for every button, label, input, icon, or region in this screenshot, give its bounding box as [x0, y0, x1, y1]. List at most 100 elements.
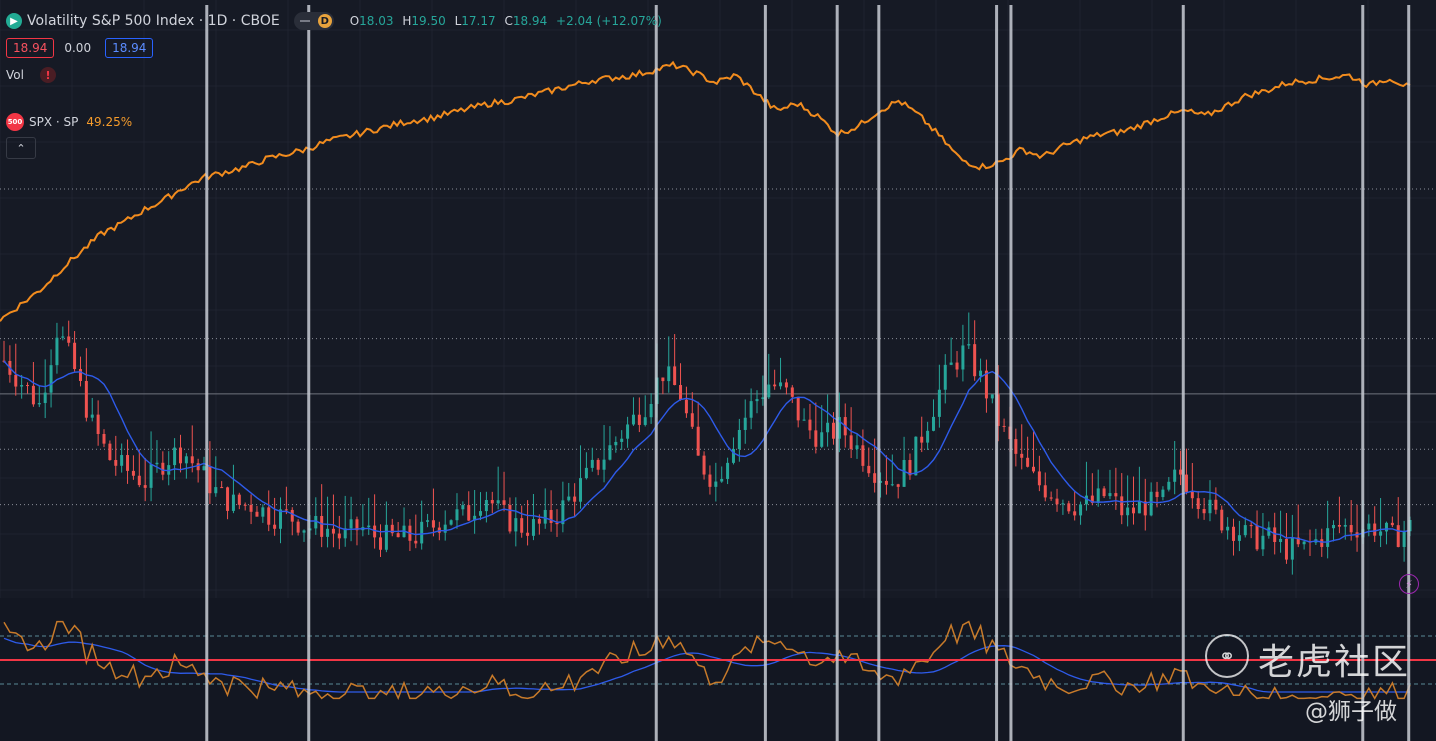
vix-candle-body	[896, 484, 900, 487]
vix-candle-body	[1255, 525, 1259, 550]
vix-candle-body	[1190, 491, 1194, 499]
vix-candle-body	[1055, 498, 1059, 505]
vix-candle-body	[926, 430, 930, 443]
vix-candle-body	[1026, 457, 1030, 467]
vix-candle-body	[526, 532, 530, 536]
symbol-title[interactable]: Volatility S&P 500 Index · 1D · CBOE	[27, 13, 280, 29]
vix-candle-body	[202, 466, 206, 471]
vix-candle-body	[55, 337, 59, 366]
vix-candle-body	[178, 447, 182, 464]
vix-candle-body	[90, 414, 94, 418]
vix-candle-body	[1120, 496, 1124, 516]
vix-candle-body	[773, 384, 777, 387]
vix-candle-body	[1108, 493, 1112, 497]
vix-candle-body	[779, 382, 783, 387]
vix-candle-body	[949, 362, 953, 365]
vix-candle-body	[1196, 498, 1200, 510]
vix-candle-body	[1173, 469, 1177, 482]
vix-candle-body	[1002, 425, 1006, 427]
vix-candle-body	[226, 487, 230, 511]
vix-candle-body	[284, 509, 288, 511]
vix-candle-body	[626, 424, 630, 439]
vix-candle-body	[720, 478, 724, 482]
vix-candle-body	[596, 459, 600, 470]
vix-candle-body	[1243, 525, 1247, 536]
vix-candle-body	[973, 344, 977, 377]
vix-candle-body	[637, 414, 641, 425]
vix-candle-body	[243, 504, 247, 506]
vix-candle-body	[1384, 522, 1388, 532]
vix-candle-body	[567, 496, 571, 501]
vix-candle-body	[1149, 491, 1153, 516]
bid-price[interactable]: 18.94	[6, 38, 55, 58]
vix-candle-body	[520, 518, 524, 533]
vix-candle-body	[367, 525, 371, 528]
vix-candle-body	[1079, 504, 1083, 516]
vix-candle-body	[431, 520, 435, 528]
vix-candle-body	[902, 460, 906, 487]
chevron-up-icon[interactable]: ⌃	[6, 137, 36, 159]
vix-candle-body	[726, 462, 730, 479]
interval-toggle[interactable]: D	[293, 12, 334, 30]
vix-candle-body	[643, 417, 647, 425]
vix-candle-body	[608, 445, 612, 460]
vix-candle-body	[690, 413, 694, 427]
vix-candle-body	[1226, 526, 1230, 531]
lightning-icon[interactable]: ⚡	[1399, 574, 1419, 594]
vix-candle-body	[120, 455, 124, 466]
vix-candle-body	[1114, 493, 1118, 497]
vix-candle-body	[102, 433, 106, 444]
vix-candle-body	[955, 362, 959, 370]
vix-candle-body	[249, 504, 253, 512]
vix-candle-body	[1155, 491, 1159, 498]
vix-candle-body	[26, 385, 30, 387]
vix-candle-body	[1214, 499, 1218, 510]
vix-candle-body	[920, 436, 924, 443]
vix-candle-body	[1184, 474, 1188, 492]
warning-icon[interactable]: !	[39, 67, 56, 83]
vix-candle-body	[931, 416, 935, 431]
vix-candle-body	[443, 524, 447, 533]
tiger-logo-icon: ⚭	[1205, 634, 1249, 678]
ask-price[interactable]: 18.94	[105, 38, 154, 58]
vix-candle-body	[579, 478, 583, 502]
vix-candle-body	[396, 533, 400, 538]
vix-candle-body	[320, 515, 324, 537]
vix-candle-body	[737, 429, 741, 450]
vix-candle-body	[349, 519, 353, 529]
vix-candle-body	[714, 481, 718, 487]
vix-candle-body	[426, 520, 430, 522]
vix-candle-body	[814, 430, 818, 447]
compare-percent: 49.25%	[86, 115, 133, 129]
vix-candle-body	[1043, 485, 1047, 498]
vix-candle-body	[379, 537, 383, 550]
vix-candle-body	[602, 459, 606, 470]
vix-candle-body	[614, 441, 618, 446]
vix-candle-body	[220, 487, 224, 489]
volume-label[interactable]: Vol	[6, 68, 24, 82]
vix-candle-body	[1202, 509, 1206, 514]
vix-candle-body	[1379, 531, 1383, 536]
vix-candle-body	[967, 344, 971, 346]
vix-candle-body	[37, 403, 41, 405]
vix-candle-body	[961, 345, 965, 370]
vix-candle-body	[1290, 537, 1294, 560]
vix-candle-body	[108, 443, 112, 461]
vix-candle-body	[1390, 522, 1394, 526]
vix-candle-body	[749, 401, 753, 418]
compare-symbol-label[interactable]: SPX · SP	[29, 115, 78, 129]
vix-candle-body	[337, 533, 341, 539]
vix-ma-line	[3, 360, 1411, 543]
vix-candle-body	[1237, 535, 1241, 541]
vix-candle-body	[937, 389, 941, 417]
vix-candle-body	[208, 466, 212, 494]
vix-candle-body	[196, 463, 200, 471]
vix-candle-body	[449, 520, 453, 525]
vix-candle-body	[78, 369, 82, 381]
vix-candle-body	[1349, 525, 1353, 533]
vix-candle-body	[514, 518, 518, 532]
vix-candle-body	[1161, 489, 1165, 498]
vix-candle-body	[873, 473, 877, 483]
vix-candle-body	[1343, 525, 1347, 527]
vix-candle-body	[673, 366, 677, 386]
